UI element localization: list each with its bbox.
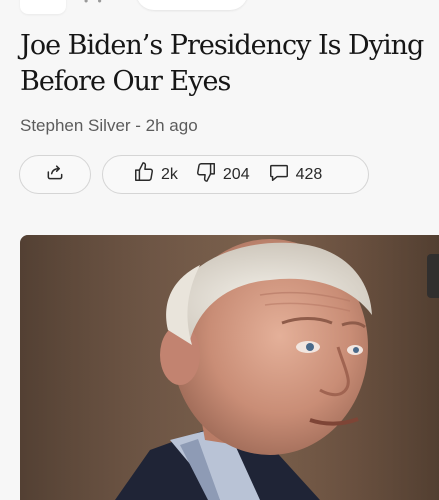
thumbs-down-icon xyxy=(195,161,223,188)
comment-icon xyxy=(268,161,296,188)
comment-count: 428 xyxy=(295,165,323,183)
article-headline: Joe Biden’s Presidency Is Dying Before O… xyxy=(20,30,424,97)
share-icon xyxy=(45,162,65,187)
top-toolbar-partial: • • xyxy=(0,0,439,16)
overflow-dots-icon: • • xyxy=(84,0,105,8)
publisher-logo[interactable] xyxy=(20,0,66,14)
comment-button[interactable]: 428 xyxy=(268,161,323,188)
article-byline: Stephen Silver - 2h ago xyxy=(20,116,198,135)
portrait-illustration xyxy=(20,235,439,500)
follow-button[interactable] xyxy=(136,0,248,10)
reactions-bar: 2k 204 428 xyxy=(102,155,369,194)
thumbs-up-icon xyxy=(133,161,161,188)
dislike-count: 204 xyxy=(222,165,250,183)
share-button[interactable] xyxy=(19,155,91,194)
like-button[interactable]: 2k xyxy=(133,161,178,188)
like-count: 2k xyxy=(161,165,178,183)
dislike-button[interactable]: 204 xyxy=(195,161,250,188)
scroll-handle[interactable] xyxy=(427,254,439,298)
article-photo[interactable] xyxy=(20,235,439,500)
